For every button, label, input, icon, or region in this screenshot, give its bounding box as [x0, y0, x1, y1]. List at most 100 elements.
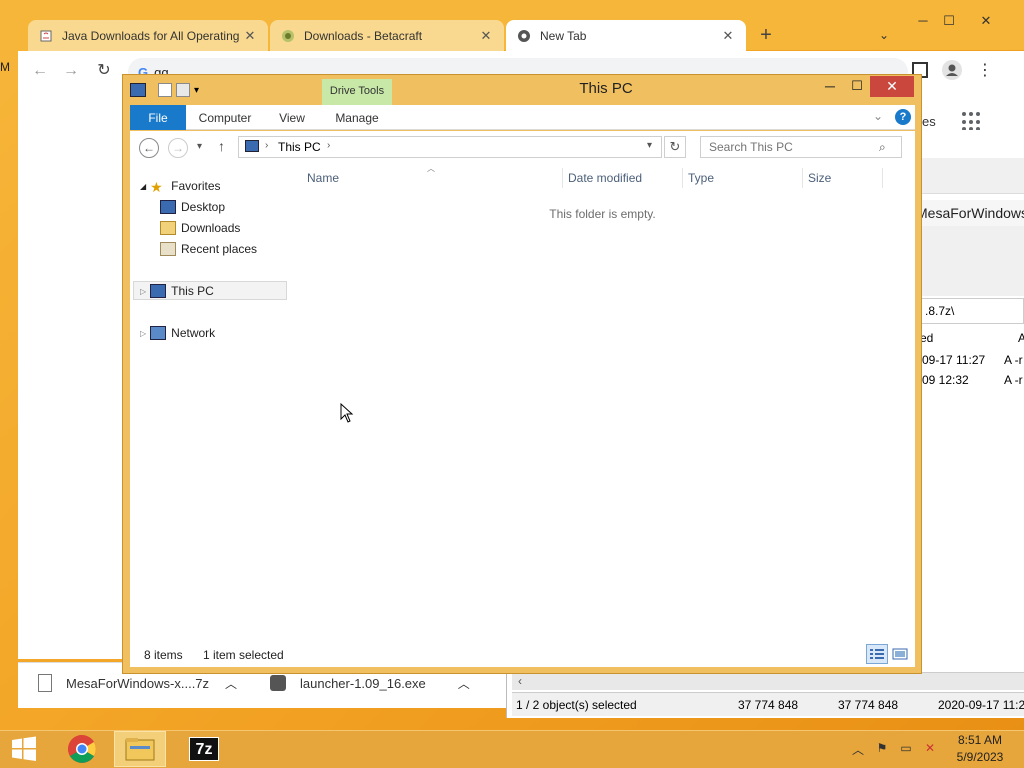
- horizontal-scrollbar[interactable]: ‹: [512, 672, 1024, 690]
- chevron-up-icon[interactable]: ︿: [225, 675, 237, 692]
- tab-manage[interactable]: Manage: [326, 105, 388, 130]
- address-bar[interactable]: › This PC › ▾: [238, 136, 662, 158]
- tab-title: New Tab: [540, 28, 587, 43]
- nav-label: This PC: [171, 284, 214, 298]
- computer-icon: [245, 140, 259, 152]
- row-attr: A -r: [1004, 353, 1023, 367]
- downloads-folder-icon: [160, 221, 176, 235]
- clock-time[interactable]: 8:51 AM: [940, 733, 1020, 747]
- breadcrumb-this-pc[interactable]: This PC: [278, 140, 321, 154]
- empty-folder-message: This folder is empty.: [549, 207, 656, 221]
- column-date-modified[interactable]: Date modified: [568, 171, 642, 187]
- help-icon[interactable]: ?: [895, 109, 911, 125]
- forward-icon[interactable]: →: [62, 62, 80, 80]
- recent-locations-icon[interactable]: ▾: [197, 141, 209, 152]
- chevron-right-icon[interactable]: ›: [265, 140, 268, 151]
- tab-file[interactable]: File: [130, 105, 186, 130]
- tab-java-downloads[interactable]: Java Downloads for All Operating ✕: [28, 20, 268, 51]
- scroll-left-icon[interactable]: ‹: [518, 674, 522, 688]
- column-modified[interactable]: ed: [920, 331, 933, 345]
- volume-muted-icon[interactable]: ✕: [922, 741, 938, 757]
- mouse-cursor: [340, 403, 354, 423]
- tab-new-tab[interactable]: New Tab ✕: [506, 20, 746, 51]
- row-attr: A -r: [1004, 373, 1023, 387]
- file-explorer-taskbar-button[interactable]: [114, 731, 166, 767]
- minimize-button[interactable]: ─: [818, 78, 842, 96]
- details-view-icon[interactable]: [866, 644, 888, 664]
- large-icons-view-icon[interactable]: [890, 644, 910, 664]
- sevenzip-titlebar: [914, 158, 1024, 194]
- column-divider[interactable]: [682, 168, 683, 188]
- expand-icon[interactable]: ▷: [140, 287, 146, 296]
- chevron-down-icon[interactable]: ▾: [647, 140, 652, 151]
- forward-button[interactable]: →: [168, 138, 188, 158]
- tab-computer[interactable]: Computer: [190, 105, 260, 130]
- tab-view[interactable]: View: [272, 105, 312, 130]
- clock-date[interactable]: 5/9/2023: [940, 750, 1020, 764]
- column-divider[interactable]: [802, 168, 803, 188]
- row-modified: -09-17 11:27: [918, 353, 986, 367]
- java-icon: [38, 28, 54, 44]
- windows-start-icon[interactable]: [10, 736, 38, 762]
- nav-label: Favorites: [171, 179, 221, 193]
- computer-icon: [150, 284, 167, 298]
- table-row[interactable]: -09 12:32 A -r: [914, 370, 1024, 390]
- nav-favorites[interactable]: ◢ ★ Favorites: [140, 176, 221, 196]
- reload-icon[interactable]: ↻: [95, 62, 113, 80]
- apps-grid-icon[interactable]: [962, 112, 982, 132]
- sevenzip-path-field[interactable]: .8.7z\: [914, 298, 1024, 324]
- status-packed: 37 774 848: [838, 698, 899, 712]
- close-tab-icon[interactable]: ✕: [242, 28, 258, 44]
- profile-avatar[interactable]: [942, 60, 962, 80]
- status-size: 37 774 848: [738, 698, 799, 712]
- network-tray-icon[interactable]: ▭: [898, 741, 914, 757]
- nav-downloads[interactable]: Downloads: [160, 218, 240, 238]
- menu-icon[interactable]: ⋮: [977, 60, 993, 80]
- maximize-icon[interactable]: ☐: [938, 14, 960, 30]
- expand-icon[interactable]: ▷: [140, 329, 146, 338]
- file-explorer-icon: [125, 738, 155, 761]
- sevenzip-taskbar-button[interactable]: 7z: [178, 731, 230, 767]
- nav-recent-places[interactable]: Recent places: [160, 239, 257, 259]
- sevenzip-statusbar: 1 / 2 object(s) selected 37 774 848 37 7…: [512, 692, 1024, 716]
- expand-icon[interactable]: ◢: [140, 182, 146, 191]
- minimize-icon[interactable]: ─: [912, 14, 934, 30]
- column-name[interactable]: Name: [307, 171, 339, 187]
- sevenzip-column-headers: ed A: [914, 328, 1024, 348]
- close-button[interactable]: ✕: [870, 76, 914, 97]
- action-center-flag-icon[interactable]: ⚑: [874, 741, 890, 757]
- nav-this-pc[interactable]: ▷ This PC: [140, 281, 214, 301]
- column-size[interactable]: Size: [808, 171, 831, 187]
- show-hidden-icons-icon[interactable]: ︿: [850, 741, 866, 757]
- close-tab-icon[interactable]: ✕: [478, 28, 494, 44]
- exe-icon: [270, 675, 286, 691]
- chevron-down-icon[interactable]: ⌄: [876, 28, 892, 44]
- star-icon: ★: [150, 179, 163, 195]
- refresh-button[interactable]: ↻: [664, 136, 686, 158]
- tab-betacraft[interactable]: Downloads - Betacraft ✕: [270, 20, 504, 51]
- chevron-up-icon[interactable]: ︿: [458, 675, 470, 692]
- search-icon: ⌕: [879, 140, 886, 154]
- new-tab-button[interactable]: +: [756, 25, 776, 46]
- close-tab-icon[interactable]: ✕: [720, 28, 736, 44]
- nav-label: Desktop: [181, 200, 226, 214]
- 7zip-icon: 7z: [189, 737, 219, 761]
- close-icon[interactable]: ✕: [975, 14, 997, 30]
- chevron-right-icon[interactable]: ›: [327, 140, 330, 151]
- chrome-taskbar-button[interactable]: [56, 731, 108, 767]
- table-row[interactable]: -09-17 11:27 A -r: [914, 350, 1024, 370]
- nav-desktop[interactable]: Desktop: [160, 197, 225, 217]
- nav-network[interactable]: ▷ Network: [140, 323, 215, 343]
- search-input[interactable]: [700, 136, 902, 158]
- column-divider[interactable]: [882, 168, 883, 188]
- column-divider[interactable]: [562, 168, 563, 188]
- maximize-button[interactable]: ☐: [845, 78, 869, 96]
- betacraft-icon: [280, 28, 296, 44]
- shortcut-label-fragment: es: [922, 114, 936, 129]
- column-type[interactable]: Type: [688, 171, 714, 187]
- back-button[interactable]: ←: [139, 138, 159, 158]
- column-attributes[interactable]: A: [1018, 331, 1024, 345]
- up-icon[interactable]: ↑: [218, 138, 232, 154]
- expand-ribbon-icon[interactable]: ⌄: [870, 109, 886, 125]
- back-icon[interactable]: ←: [31, 62, 49, 80]
